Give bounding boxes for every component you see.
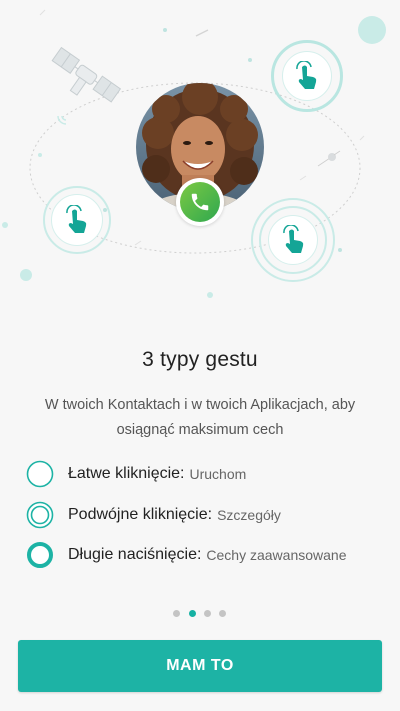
gesture-description: Szczegóły [217,507,281,523]
gesture-bubble-long-inner [268,215,318,265]
double-ring-icon [26,501,54,529]
gesture-description: Cechy zaawansowane [206,547,347,563]
got-it-button[interactable]: MAM TO [18,640,382,692]
gesture-bubble-tap-inner [282,51,332,101]
gesture-item-long: Długie naciśnięcie: Cechy zaawansowane [26,541,347,569]
single-ring-icon [26,460,54,488]
gesture-name: Długie naciśnięcie: [68,546,202,563]
gesture-item-single: Łatwe kliknięcie: Uruchom [26,460,246,488]
page-dot-4[interactable] [219,610,226,617]
signal-icon [57,115,67,125]
gesture-name: Łatwe kliknięcie: [68,465,185,482]
hero-illustration [0,0,400,320]
page-dot-3[interactable] [204,610,211,617]
page-dot-2-active[interactable] [189,610,196,617]
probe-icon [317,150,341,167]
hand-double-tap-icon [66,205,87,233]
gesture-description: Uruchom [189,466,247,482]
page-subtitle: W twoich Kontaktach i w twoich Aplikacja… [44,397,356,438]
gesture-item-double: Podwójne kliknięcie: Szczegóły [26,501,281,529]
call-badge [180,182,220,222]
page-title: 3 typy gestu [142,348,258,371]
thick-ring-icon [26,541,54,569]
page-indicator [0,610,400,618]
page-dot-1[interactable] [173,610,180,617]
hand-long-press-icon [283,225,304,253]
hand-tap-icon [296,61,317,89]
call-button[interactable] [176,178,224,226]
gesture-name: Podwójne kliknięcie: [68,506,213,523]
gesture-bubble-double-inner [51,194,103,246]
phone-icon [191,193,209,211]
